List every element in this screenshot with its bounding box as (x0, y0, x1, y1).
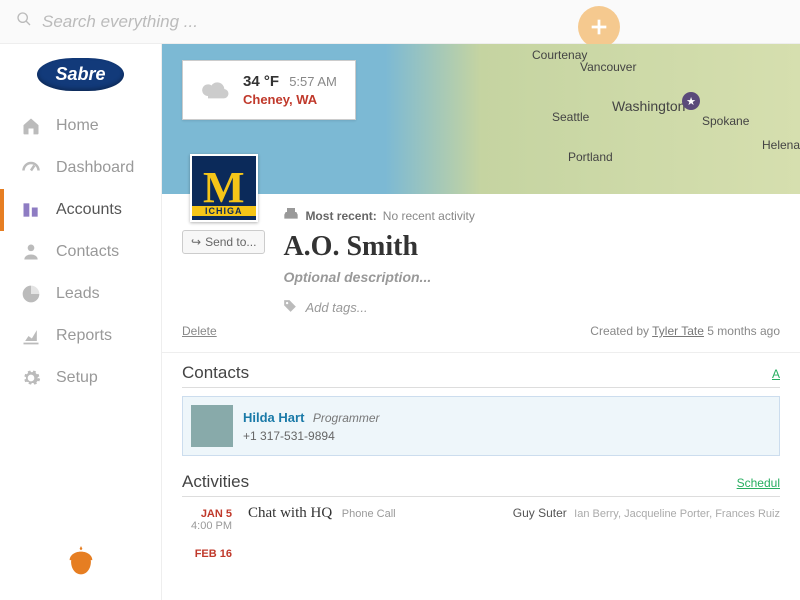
add-tags-row[interactable]: Add tags... (283, 299, 780, 316)
nav-item-home[interactable]: Home (0, 105, 161, 147)
sidebar: Sabre Home Dashboard Accounts Contacts L… (0, 44, 162, 600)
contact-phone: +1 317-531-9894 (243, 429, 380, 443)
home-icon (20, 115, 42, 137)
contacts-section: Contacts A Hilda Hart Programmer +1 317-… (162, 353, 800, 462)
weather-temp: 34 °F (243, 73, 279, 90)
recent-activity-line: Most recent: No recent activity (283, 208, 780, 223)
nav-item-leads[interactable]: Leads (0, 273, 161, 315)
nav-item-contacts[interactable]: Contacts (0, 231, 161, 273)
weather-temp-line: 34 °F 5:57 AM (243, 73, 337, 90)
activities-heading: Activities (182, 472, 249, 492)
nav-label: Reports (56, 327, 112, 345)
created-by-user-link[interactable]: Tyler Tate (652, 324, 704, 338)
add-tags-label: Add tags... (305, 300, 367, 315)
gear-icon (20, 367, 42, 389)
account-name: A.O. Smith (283, 231, 780, 263)
weather-location: Cheney, WA (243, 92, 337, 107)
activity-date: FEB 16 (182, 548, 232, 560)
send-to-button[interactable]: ↪ Send to... (182, 230, 265, 254)
contact-role: Programmer (313, 411, 380, 425)
contacts-heading: Contacts (182, 363, 249, 383)
activity-primary-person: Guy Suter (513, 506, 567, 520)
share-icon: ↪ (191, 235, 201, 249)
send-to-label: Send to... (205, 235, 256, 249)
activities-schedule-link[interactable]: Schedul (737, 476, 780, 490)
weather-card: 34 °F 5:57 AM Cheney, WA (182, 60, 356, 120)
top-bar (0, 0, 800, 44)
contacts-action-link[interactable]: A (772, 367, 780, 381)
map-label: Vancouver (580, 60, 636, 74)
map-label: Portland (568, 150, 613, 164)
brand-logo: Sabre (0, 44, 161, 105)
activities-section: Activities Schedul JAN 5 4:00 PM Chat wi… (162, 462, 800, 574)
map-label: Helena (762, 138, 800, 152)
account-meta-row: Delete Created by Tyler Tate 5 months ag… (162, 320, 800, 353)
map-pin-icon[interactable]: ★ (682, 92, 700, 110)
created-by-text: Created by Tyler Tate 5 months ago (590, 324, 780, 338)
gauge-icon (20, 157, 42, 179)
app-logo-icon (0, 526, 161, 600)
weather-time: 5:57 AM (289, 74, 337, 89)
activity-title: Chat with HQ (248, 505, 332, 521)
nav-label: Leads (56, 285, 100, 303)
activity-row[interactable]: FEB 16 (182, 540, 780, 568)
map-label: Seattle (552, 110, 589, 124)
account-header: M ICHIGA ↪ Send to... Most recent: No re… (162, 194, 800, 320)
nav-item-dashboard[interactable]: Dashboard (0, 147, 161, 189)
nav-label: Setup (56, 369, 98, 387)
activity-other-people: Ian Berry, Jacqueline Porter, Frances Ru… (574, 508, 780, 520)
search-icon (16, 11, 32, 32)
recent-label: Most recent: (305, 209, 376, 223)
delete-link[interactable]: Delete (182, 324, 217, 338)
account-avatar[interactable]: M ICHIGA (190, 154, 258, 222)
brand-logo-text: Sabre (37, 58, 123, 91)
account-description[interactable]: Optional description... (283, 269, 780, 285)
pie-icon (20, 283, 42, 305)
nav-label: Home (56, 117, 99, 135)
recent-value: No recent activity (383, 209, 475, 223)
nav-label: Contacts (56, 243, 119, 261)
nav-item-accounts[interactable]: Accounts (0, 189, 161, 231)
add-button[interactable] (578, 6, 620, 48)
accounts-icon (20, 199, 42, 221)
activity-row[interactable]: JAN 5 4:00 PM Chat with HQ Phone Call Gu… (182, 497, 780, 540)
nav-list: Home Dashboard Accounts Contacts Leads R… (0, 105, 161, 399)
activity-type: Phone Call (342, 508, 396, 520)
activity-time: 4:00 PM (182, 520, 232, 532)
activity-date: JAN 5 (182, 508, 232, 520)
contact-name: Hilda Hart (243, 410, 304, 425)
nav-item-setup[interactable]: Setup (0, 357, 161, 399)
tag-icon (283, 299, 297, 316)
nav-label: Accounts (56, 201, 122, 219)
contact-card[interactable]: Hilda Hart Programmer +1 317-531-9894 (182, 396, 780, 456)
main-content: 34 °F 5:57 AM Cheney, WA Courtenay Vanco… (162, 44, 800, 600)
search-input[interactable] (42, 12, 442, 32)
nav-label: Dashboard (56, 159, 134, 177)
person-icon (20, 241, 42, 263)
nav-item-reports[interactable]: Reports (0, 315, 161, 357)
chart-icon (20, 325, 42, 347)
map-label: Washington (612, 98, 685, 114)
contact-thumbnail (191, 405, 233, 447)
printer-icon (283, 208, 299, 223)
map-label: Spokane (702, 114, 749, 128)
cloud-icon (201, 79, 229, 102)
avatar-badge-text: ICHIGA (192, 206, 256, 216)
